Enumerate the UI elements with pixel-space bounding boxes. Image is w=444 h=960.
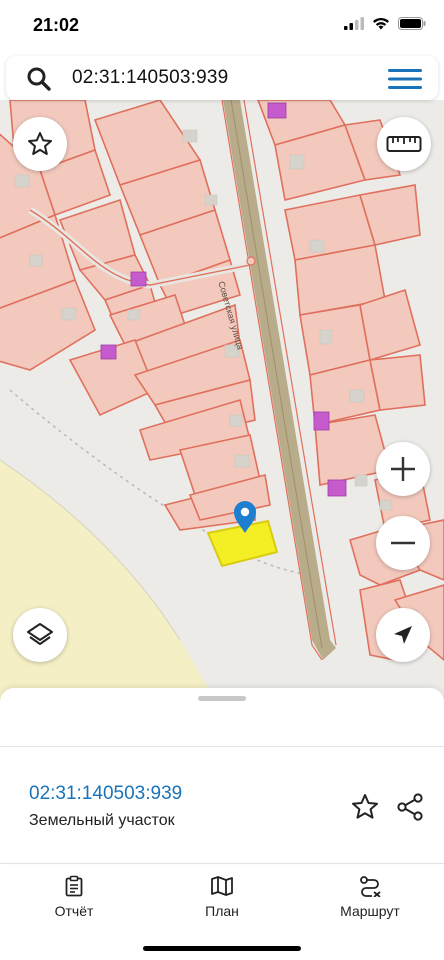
search-input[interactable]: 02:31:140503:939 xyxy=(72,67,228,89)
sheet-drag-handle[interactable] xyxy=(198,696,246,701)
tab-route-label: Маршрут xyxy=(340,903,400,919)
route-icon xyxy=(360,876,381,897)
sheet-bottom-divider xyxy=(0,863,444,864)
menu-icon[interactable] xyxy=(388,68,422,90)
tab-plan-label: План xyxy=(205,903,239,919)
share-icon[interactable] xyxy=(395,792,425,822)
layers-icon xyxy=(27,623,53,645)
status-icons xyxy=(344,17,426,30)
map-canvas[interactable] xyxy=(0,100,444,700)
map-view[interactable]: Советская улица xyxy=(0,100,444,700)
zoom-in-button[interactable] xyxy=(376,442,430,496)
navigation-arrow-icon xyxy=(394,626,412,644)
favorite-button[interactable] xyxy=(13,117,67,171)
parcel-info-sheet[interactable]: 02:31:140503:939 Земельный участок xyxy=(0,688,444,864)
sheet-divider xyxy=(0,746,444,747)
wifi-icon xyxy=(373,17,389,30)
status-time: 21:02 xyxy=(33,15,80,35)
ruler-icon xyxy=(386,136,422,152)
cellular-signal-icon xyxy=(344,17,364,30)
battery-icon xyxy=(398,17,426,30)
minus-icon xyxy=(391,541,415,545)
search-bar[interactable]: 02:31:140503:939 xyxy=(6,56,438,100)
report-icon xyxy=(65,875,83,897)
tab-report[interactable]: Отчёт xyxy=(14,875,134,929)
tab-route[interactable]: Маршрут xyxy=(310,875,430,929)
zoom-out-button[interactable] xyxy=(376,516,430,570)
home-indicator xyxy=(143,946,301,951)
tab-report-label: Отчёт xyxy=(54,903,94,919)
search-icon[interactable] xyxy=(26,66,52,92)
bottom-tab-bar: Отчёт План Маршрут xyxy=(0,865,444,960)
parcel-object-type: Земельный участок xyxy=(29,812,175,829)
ruler-button[interactable] xyxy=(377,117,431,171)
parcel-cadastral-number[interactable]: 02:31:140503:939 xyxy=(29,783,182,805)
star-icon[interactable] xyxy=(350,792,380,822)
status-bar: 21:02 xyxy=(0,0,444,54)
my-location-button[interactable] xyxy=(376,608,430,662)
tab-plan[interactable]: План xyxy=(162,875,282,929)
layers-button[interactable] xyxy=(13,608,67,662)
plus-icon xyxy=(391,457,415,481)
map-plan-icon xyxy=(211,876,233,896)
star-icon xyxy=(28,132,52,155)
